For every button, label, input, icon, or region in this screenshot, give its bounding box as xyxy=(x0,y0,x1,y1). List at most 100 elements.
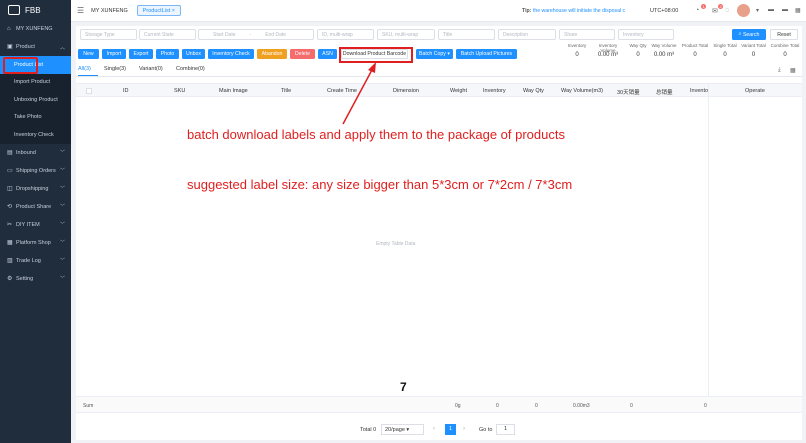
export-button[interactable]: Export xyxy=(129,49,153,59)
col-title: Title xyxy=(281,88,292,94)
col-way-volume[interactable]: Way Volume(m3) xyxy=(561,88,603,94)
grid-icon[interactable]: ▦ xyxy=(795,7,801,14)
tab-variant[interactable]: Variant(0) xyxy=(139,66,163,72)
title-input[interactable]: Title xyxy=(438,29,495,40)
chevron-down-icon: ﹀ xyxy=(59,258,65,264)
tab-product-list[interactable]: ProductList × xyxy=(136,5,182,16)
sidebar-group-setting[interactable]: ⚙ Setting ﹀ xyxy=(0,270,71,288)
columns-icon[interactable]: ▦ xyxy=(790,67,796,74)
sidebar-group-diy-item[interactable]: ✂ DIY ITEM ﹀ xyxy=(0,216,71,234)
stat-combine-total-value: 0 xyxy=(783,52,787,58)
sidebar-item-store[interactable]: ⌂ MY XUNFENG xyxy=(0,20,71,38)
select-all-checkbox[interactable] xyxy=(86,88,92,94)
col-operate: Operate xyxy=(745,88,765,94)
fixed-column-divider xyxy=(708,83,709,413)
description-input[interactable]: Description xyxy=(498,29,556,40)
notification-badge: 1 xyxy=(701,4,707,9)
inventory-check-button[interactable]: Inventory Check xyxy=(208,49,254,59)
chevron-down-icon: ﹀ xyxy=(59,186,65,192)
page-size-select[interactable]: 20/page ▾ xyxy=(381,424,424,435)
help-icon[interactable]: ◌ xyxy=(725,7,729,14)
import-button[interactable]: Import xyxy=(102,49,126,59)
flag-icon-2[interactable]: ▬ xyxy=(782,7,788,13)
col-sku[interactable]: SKU xyxy=(174,88,185,94)
tab-all[interactable]: All(3) xyxy=(78,66,91,72)
col-inventory[interactable]: Inventory xyxy=(483,88,506,94)
abandon-button[interactable]: Abandon xyxy=(257,49,287,59)
chevron-down-icon[interactable]: ▾ xyxy=(756,7,759,14)
sidebar-item-unboxing-product[interactable]: Unboxing Product xyxy=(0,91,71,109)
sidebar-group-inbound[interactable]: ▤ Inbound ﹀ xyxy=(0,144,71,162)
tip-text[interactable]: the warehouse will initiate the disposal… xyxy=(533,8,625,14)
logo-text: FBB xyxy=(25,5,41,15)
current-state-select[interactable]: Current State xyxy=(139,29,196,40)
sidebar-item-take-photo[interactable]: Take Photo xyxy=(0,108,71,126)
next-page-icon[interactable]: › xyxy=(463,426,465,432)
date-range-picker[interactable]: Start Date - End Date xyxy=(198,29,314,40)
col-inventory-2[interactable]: Invento xyxy=(690,88,708,94)
sum-way-qty: 0 xyxy=(535,403,538,409)
avatar[interactable] xyxy=(737,4,750,17)
topbar: ☰ MY XUNFENG ProductList × Tip: the ware… xyxy=(71,0,806,22)
annotation-highlight-product-list xyxy=(3,57,38,74)
sidebar-group-shipping-orders[interactable]: ▭ Shipping Orders ﹀ xyxy=(0,162,71,180)
delete-button[interactable]: Delete xyxy=(290,49,315,59)
goto-input[interactable]: 1 xyxy=(496,424,515,435)
home-icon: ⌂ xyxy=(7,26,11,32)
page-button-current[interactable]: 1 xyxy=(445,424,456,435)
dropship-icon: ◫ xyxy=(7,185,13,192)
col-30day-sales[interactable]: 30天销量 xyxy=(617,88,640,96)
photo-button[interactable]: Photo xyxy=(156,49,179,59)
download-icon[interactable]: ⤓ xyxy=(778,67,781,74)
tab-single[interactable]: Single(3) xyxy=(104,66,126,72)
sidebar-group-product[interactable]: ▣ Product ︿ xyxy=(0,38,71,56)
search-icon: ⌕ xyxy=(738,31,742,37)
storage-type-select[interactable]: Storage Type xyxy=(80,29,137,40)
sidebar-group-trade-log[interactable]: ▥ Trade Log ﹀ xyxy=(0,252,71,270)
sidebar-item-inventory-check[interactable]: Inventory Check xyxy=(0,126,71,144)
new-button[interactable]: New xyxy=(78,49,99,59)
step-number: 7 xyxy=(400,380,407,394)
sidebar-item-label: Trade Log xyxy=(16,257,41,264)
sku-multi-input[interactable]: SKU, multi-wrap xyxy=(377,29,435,40)
batch-copy-button[interactable]: Batch Copy ▾ xyxy=(416,49,453,59)
menu-icon[interactable]: ☰ xyxy=(77,6,84,15)
flag-icon[interactable]: ▬ xyxy=(768,7,774,13)
sidebar-item-label: Shipping Orders xyxy=(16,167,56,174)
col-way-qty[interactable]: Way Qty xyxy=(523,88,544,94)
sidebar-group-platform-shop[interactable]: ▦ Platform Shop ﹀ xyxy=(0,234,71,252)
search-button[interactable]: ⌕ Search xyxy=(732,29,766,40)
sidebar-group-product-share[interactable]: ⟲ Product Share ﹀ xyxy=(0,198,71,216)
sidebar-item-label: DIY ITEM xyxy=(16,221,40,228)
prev-page-icon[interactable]: ‹ xyxy=(433,426,435,432)
col-id[interactable]: ID xyxy=(123,88,129,94)
message-icon[interactable]: ✉ xyxy=(712,7,718,15)
bell-icon[interactable]: ◔ xyxy=(695,7,699,14)
timezone: UTC+08:00 xyxy=(650,7,679,14)
col-weight[interactable]: Weight xyxy=(450,88,467,94)
asn-button[interactable]: ASN xyxy=(318,49,337,59)
annotation-text-1: batch download labels and apply them to … xyxy=(187,127,565,142)
inbound-icon: ▤ xyxy=(7,149,13,156)
sidebar-item-label: Product Share xyxy=(16,203,52,210)
chevron-down-icon: ﹀ xyxy=(59,168,65,174)
col-total-sales[interactable]: 总销量 xyxy=(656,88,673,96)
batch-copy-label: Batch Copy xyxy=(419,51,446,57)
reset-button[interactable]: Reset xyxy=(770,29,798,40)
log-icon: ▥ xyxy=(7,257,13,264)
truck-icon: ▭ xyxy=(7,167,13,174)
sidebar-group-dropshipping[interactable]: ◫ Dropshipping ﹀ xyxy=(0,180,71,198)
tip-banner: Tip: the warehouse will initiate the dis… xyxy=(522,8,625,14)
gear-icon: ⚙ xyxy=(7,275,13,282)
share-icon: ⟲ xyxy=(7,203,13,210)
unbox-button[interactable]: Unbox xyxy=(182,49,205,59)
sidebar-item-import-product[interactable]: Import Product xyxy=(0,73,71,91)
inventory-select[interactable]: Inventory xyxy=(618,29,674,40)
batch-upload-pictures-button[interactable]: Batch Upload Pictures xyxy=(456,49,517,59)
close-icon[interactable]: × xyxy=(172,8,175,14)
share-select[interactable]: Share xyxy=(559,29,615,40)
shop-icon: ▦ xyxy=(7,239,13,246)
id-multi-input[interactable]: ID, multi-wrap xyxy=(317,29,374,40)
tab-combine[interactable]: Combine(0) xyxy=(176,66,205,72)
chevron-down-icon: ﹀ xyxy=(59,204,65,210)
